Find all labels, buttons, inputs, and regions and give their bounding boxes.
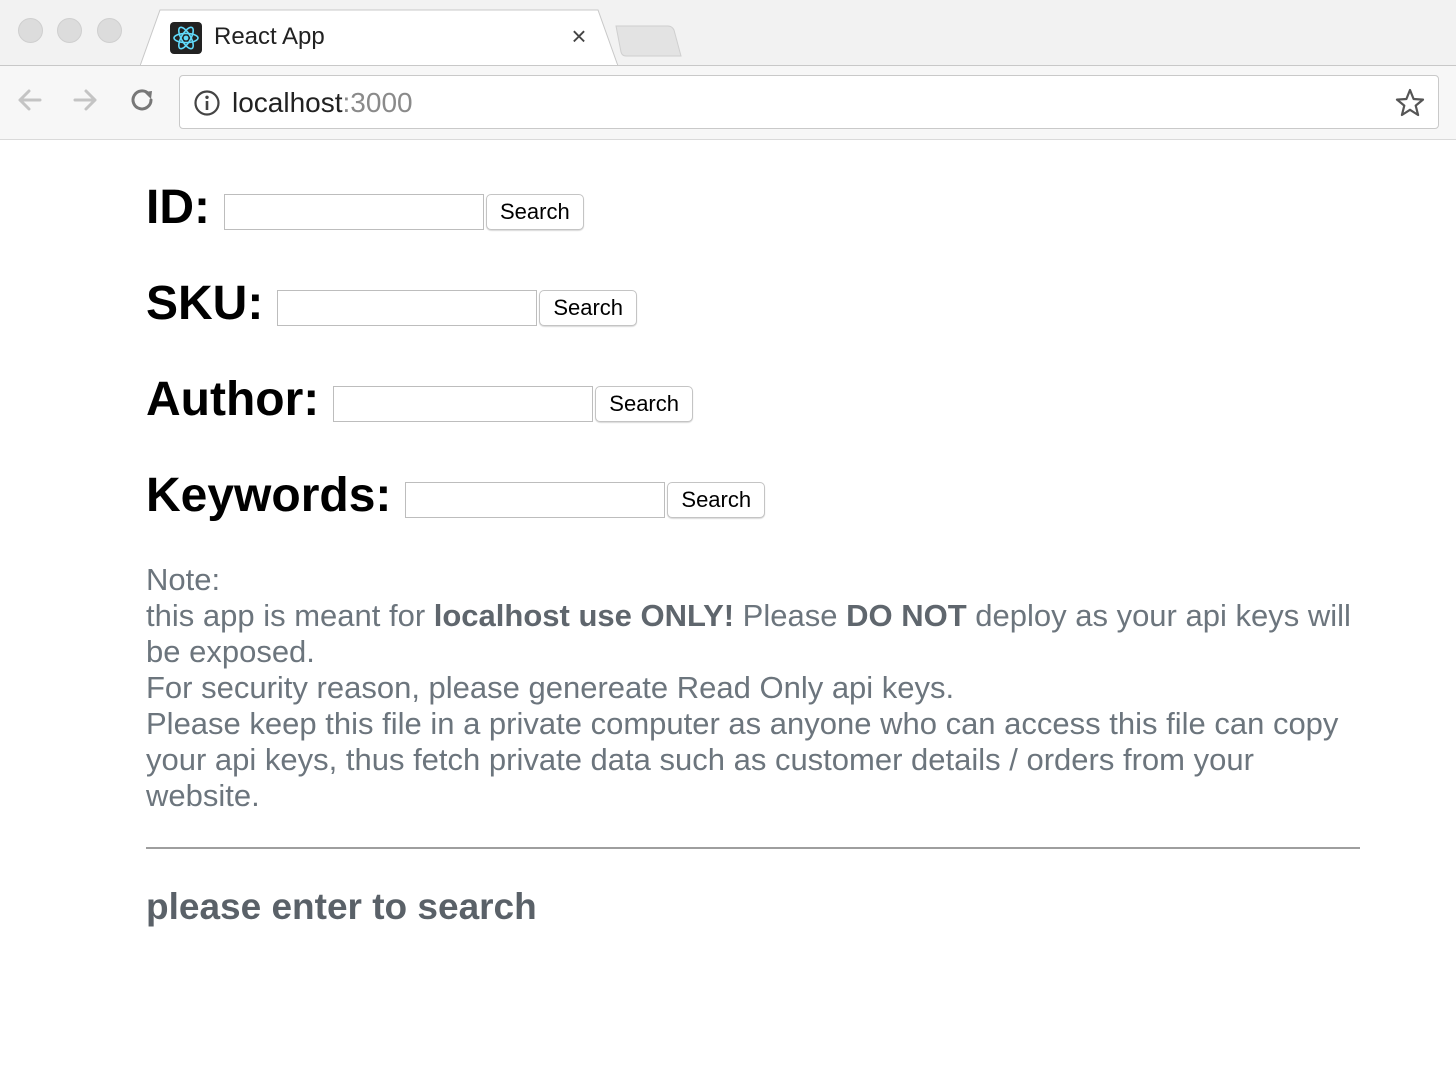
tab-strip: React App × — [0, 0, 1456, 67]
author-input[interactable] — [333, 385, 594, 422]
window-minimize-dot[interactable] — [57, 18, 82, 43]
keywords-search-button[interactable]: Search — [667, 481, 766, 518]
note-emphasis-localhost: localhost use ONLY! — [433, 598, 735, 633]
keywords-input[interactable] — [405, 481, 666, 518]
url-port: :3000 — [342, 87, 413, 118]
security-note: Note: this app is meant for localhost us… — [146, 562, 1360, 814]
status-message: please enter to search — [146, 886, 537, 927]
author-search-button[interactable]: Search — [595, 385, 693, 422]
sku-search-button[interactable]: Search — [539, 289, 638, 326]
address-bar[interactable]: localhost:3000 — [179, 75, 1439, 129]
note-text: Please — [734, 598, 847, 633]
close-icon[interactable]: × — [564, 21, 594, 51]
note-emphasis-do-not: DO NOT — [846, 598, 967, 633]
info-icon[interactable] — [193, 89, 221, 117]
url-host: localhost — [232, 87, 343, 118]
id-search-button[interactable]: Search — [485, 193, 584, 230]
horizontal-divider — [146, 847, 1360, 849]
window-close-dot[interactable] — [18, 18, 43, 43]
note-line-read-only: For security reason, please genereate Re… — [146, 670, 955, 705]
sku-label: SKU: — [146, 277, 264, 330]
url-text[interactable]: localhost:3000 — [232, 87, 413, 119]
forward-icon[interactable] — [67, 82, 103, 118]
note-text: this app is meant for — [146, 598, 434, 633]
react-logo-icon — [170, 22, 202, 54]
note-heading: Note: — [146, 562, 221, 597]
star-icon[interactable] — [1394, 87, 1426, 119]
window-zoom-dot[interactable] — [97, 18, 122, 43]
keywords-label: Keywords: — [146, 469, 392, 522]
search-row-sku: SKU: Search — [146, 276, 638, 336]
reload-icon[interactable] — [124, 82, 160, 118]
browser-toolbar: localhost:3000 — [0, 66, 1456, 140]
search-row-author: Author: Search — [146, 372, 693, 432]
search-row-id: ID: Search — [146, 180, 584, 240]
sku-input[interactable] — [277, 289, 538, 326]
note-line-localhost: this app is meant for localhost use ONLY… — [146, 598, 1360, 670]
id-label: ID: — [146, 181, 210, 234]
id-input[interactable] — [223, 193, 484, 230]
back-icon[interactable] — [12, 82, 48, 118]
author-label: Author: — [146, 373, 320, 426]
note-line-private: Please keep this file in a private compu… — [146, 706, 1339, 813]
tab-react-app[interactable]: React App × — [140, 9, 620, 67]
search-row-keywords: Keywords: Search — [146, 468, 766, 528]
new-tab-button[interactable] — [614, 24, 684, 58]
tab-title: React App — [214, 23, 325, 50]
